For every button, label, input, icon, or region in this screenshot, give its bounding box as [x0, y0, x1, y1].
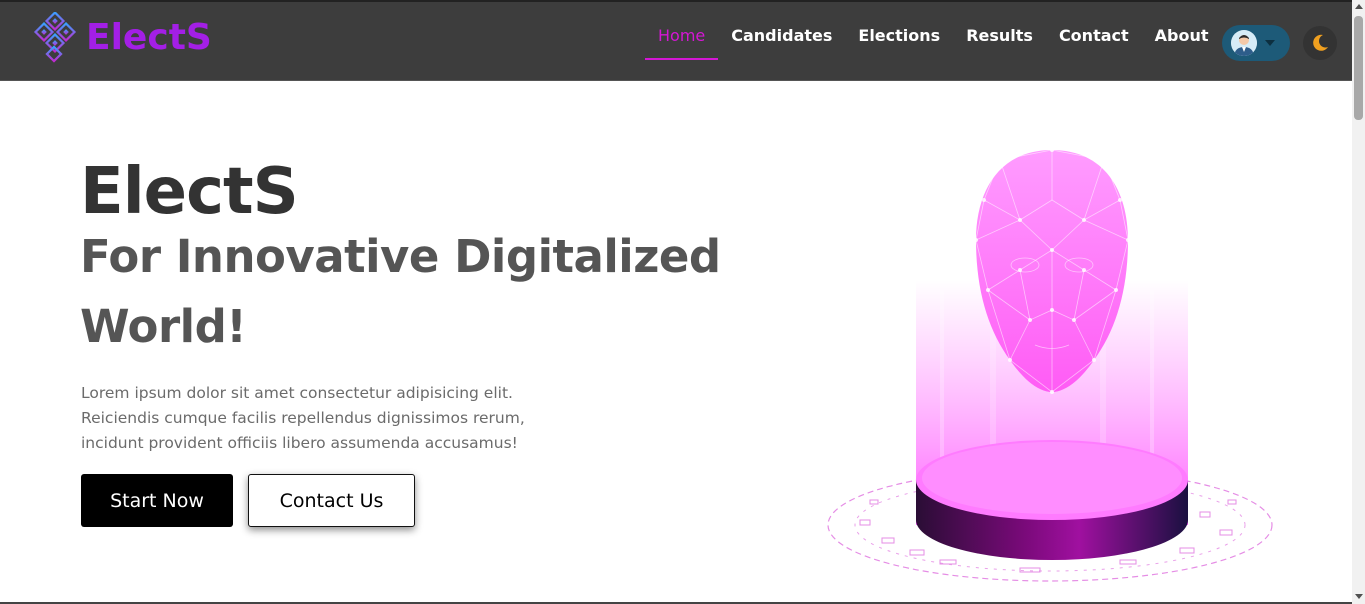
hero-description: Lorem ipsum dolor sit amet consectetur a… [81, 384, 525, 452]
moon-icon [1313, 34, 1328, 51]
vertical-scrollbar[interactable] [1352, 0, 1365, 604]
brand-name: ElectS [86, 17, 212, 58]
nav-about[interactable]: About [1142, 16, 1222, 60]
scroll-up-arrow-icon[interactable] [1355, 4, 1363, 9]
main-nav: Home Candidates Elections Results Contac… [645, 16, 1222, 60]
hero-subtitle-line1: For Innovative Digitalized [80, 230, 721, 283]
hero-subtitle-line2: World! [80, 300, 247, 353]
nav-home[interactable]: Home [645, 16, 719, 60]
start-now-button[interactable]: Start Now [81, 474, 233, 527]
nav-candidates[interactable]: Candidates [718, 16, 845, 60]
diamond-grid-logo-icon [33, 12, 77, 63]
nav-elections[interactable]: Elections [845, 16, 953, 60]
user-menu-button[interactable] [1222, 25, 1290, 61]
scroll-down-arrow-icon[interactable] [1355, 594, 1363, 599]
scrollbar-thumb[interactable] [1354, 16, 1363, 120]
hero-title: ElectS [80, 155, 299, 229]
hologram-face-podium-icon [827, 148, 1273, 582]
nav-contact[interactable]: Contact [1046, 16, 1142, 60]
chevron-down-icon [1265, 40, 1275, 46]
page: ElectS Home Candidates Elections Results… [0, 0, 1365, 604]
brand-logo[interactable]: ElectS [30, 12, 212, 64]
nav-results[interactable]: Results [953, 16, 1046, 60]
contact-us-button[interactable]: Contact Us [248, 474, 415, 527]
user-avatar-icon [1231, 30, 1257, 56]
theme-toggle-button[interactable] [1303, 26, 1337, 60]
navbar: ElectS Home Candidates Elections Results… [0, 0, 1352, 81]
